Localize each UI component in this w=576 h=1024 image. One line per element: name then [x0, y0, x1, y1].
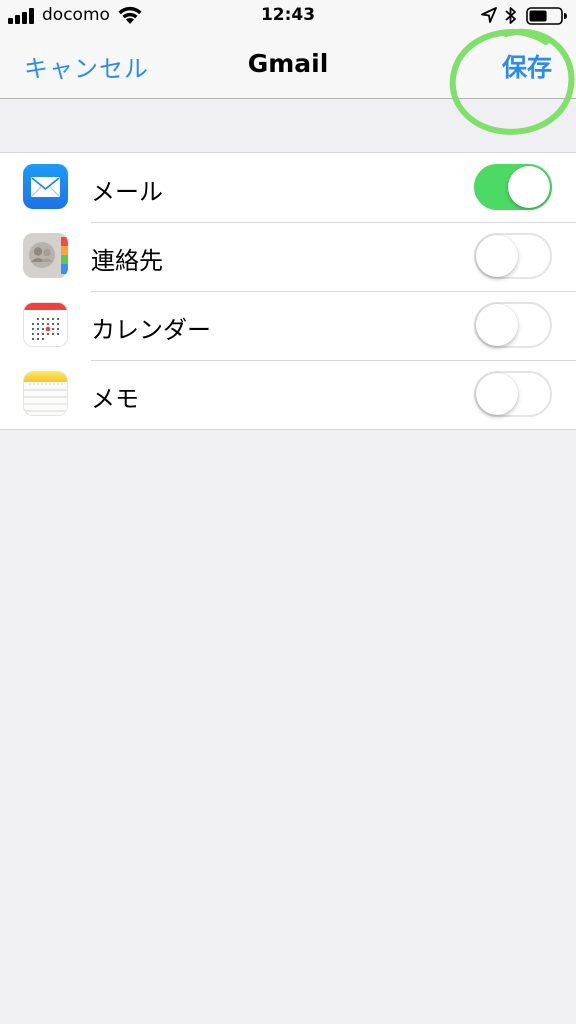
top-bar: docomo 12:43 キャンセル Gmail 保存: [0, 0, 576, 99]
calendar-toggle[interactable]: [474, 302, 552, 348]
list-item-mail: メール: [0, 153, 576, 222]
notes-toggle[interactable]: [474, 371, 552, 417]
service-label: メモ: [91, 385, 139, 413]
save-button[interactable]: 保存: [502, 48, 552, 84]
mail-toggle[interactable]: [474, 164, 552, 210]
service-label: 連絡先: [91, 247, 163, 275]
status-bar: docomo 12:43: [0, 0, 576, 32]
list-item-calendar: カレンダー: [0, 291, 576, 360]
toggle-knob: [476, 373, 518, 415]
contacts-toggle[interactable]: [474, 233, 552, 279]
battery-icon: [526, 7, 567, 25]
navigation-bar: キャンセル Gmail 保存: [0, 32, 576, 98]
notes-app-icon: [23, 371, 68, 416]
page-title: Gmail: [247, 49, 329, 78]
list-item-contacts: 連絡先: [0, 222, 576, 291]
mail-app-icon: [23, 164, 68, 209]
location-arrow-icon: [481, 7, 497, 23]
sync-services-list: メール 連絡先 カレンダー メモ: [0, 152, 576, 430]
toggle-knob: [508, 166, 550, 208]
toggle-knob: [476, 235, 518, 277]
calendar-app-icon: [23, 302, 68, 347]
toggle-knob: [476, 304, 518, 346]
list-item-notes: メモ: [0, 360, 576, 429]
contacts-app-icon: [23, 233, 68, 278]
bluetooth-icon: [505, 7, 516, 24]
service-label: カレンダー: [91, 316, 211, 344]
service-label: メール: [91, 178, 163, 206]
